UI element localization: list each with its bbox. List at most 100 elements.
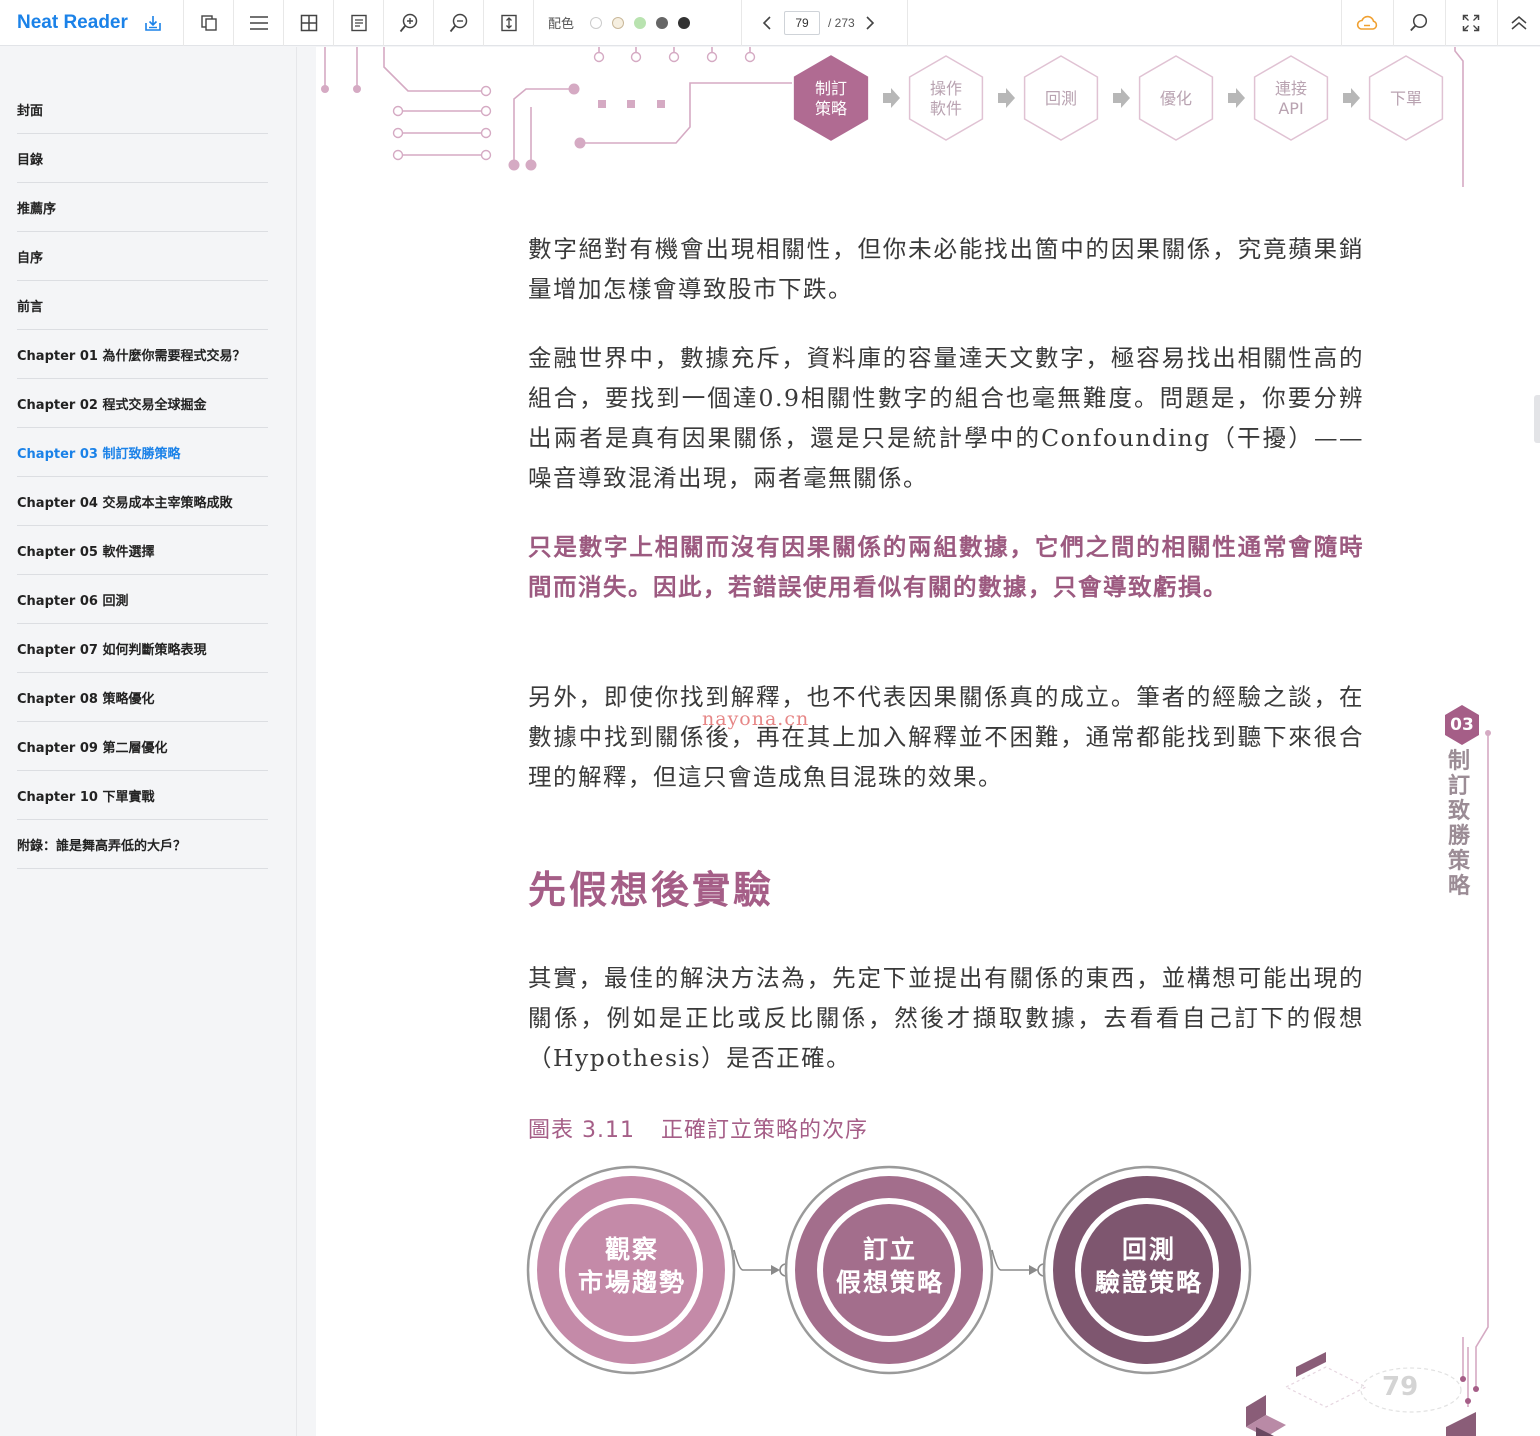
total-pages: / 273 [828,15,855,30]
figure-arrow-icon [771,1265,780,1275]
flow-arrow-icon [1228,88,1245,108]
flow-step-label: API [1278,99,1303,118]
paragraph-4: 另外，即使你找到解釋，也不代表因果關係真的成立。筆者的經驗之談，在數據中找到關係… [528,683,1364,791]
toc-item[interactable]: Chapter 05 軟件選擇 [17,526,268,575]
menu-icon [249,15,269,31]
toc-item[interactable]: Chapter 06 回測 [17,575,268,624]
toc-item[interactable]: Chapter 10 下單實戰 [17,771,268,820]
color-swatch-dark[interactable] [678,16,691,29]
next-page-icon[interactable] [865,15,875,31]
figure-connector [991,1249,1034,1271]
brand-area: Neat Reader [0,0,184,46]
toc-item[interactable]: Chapter 03 制訂致勝策略 [17,428,268,477]
zoom-out-icon [449,13,469,33]
flow-step-hexagon [1253,55,1329,141]
figure-arrow-icon [1029,1265,1038,1275]
bottom-corner-decoration [1246,1352,1476,1436]
copy-button[interactable] [184,0,234,46]
fit-height-icon [500,14,518,32]
chapter-flow-banner: 制訂策略 操作軟件 回測 優化 連接API 下單 [321,47,1464,187]
flow-arrow-icon [1343,88,1360,108]
chapter-vertical-title: 制訂致勝策略 [1447,749,1470,899]
color-swatch-gray[interactable] [656,16,669,29]
flow-step-label: 軟件 [930,99,962,118]
notes-button[interactable] [334,0,384,46]
figure-title: 正確訂立策略的次序 [660,1118,868,1143]
flow-step-label: 回測 [1045,89,1077,108]
zoom-in-icon [399,13,419,33]
toc-item[interactable]: Chapter 04 交易成本主宰策略成敗 [17,477,268,526]
figure-step-3-line1: 回測 [1121,1235,1176,1264]
toc-item[interactable]: 推薦序 [17,183,268,232]
figure-connector [733,1249,776,1271]
cloud-sync-button[interactable] [1341,0,1391,46]
search-button[interactable] [1393,0,1443,46]
double-chevron-up-icon [1510,15,1528,31]
flow-step-hexagon [793,55,869,141]
flow-arrow-icon [998,88,1015,108]
toc-sidebar: 封面 目錄 推薦序 自序 前言 Chapter 01 為什麼你需要程式交易？ Chapter… [0,47,297,1436]
top-toolbar: Neat Reader 配色 / 273 [0,0,1540,46]
figure-step-2-line1: 訂立 [862,1235,917,1264]
color-swatch-white[interactable] [590,16,603,29]
flow-step-label: 操作 [930,79,962,98]
color-scheme-label: 配色 [548,17,575,32]
search-icon [1409,13,1429,33]
toc-item[interactable]: 封面 [17,85,268,134]
figure-number: 圖表 3.11 [528,1118,635,1143]
figure-step-3-label: 回測 驗證策略 [1074,1233,1224,1299]
toc-item[interactable]: Chapter 01 為什麼你需要程式交易？ [17,330,268,379]
highlight-paragraph: 只是數字上相關而沒有因果關係的兩組數據，它們之間的相關性通常會隨時間而消失。因此… [528,533,1364,601]
download-icon[interactable] [144,14,162,32]
figure-caption: 圖表 3.11 正確訂立策略的次序 [528,1112,868,1144]
flow-step-label: 制訂 [815,79,847,98]
color-scheme-picker: 配色 [534,0,742,46]
zoom-out-button[interactable] [434,0,484,46]
chapter-number-badge: 03 [1450,715,1474,735]
toc-item[interactable]: Chapter 07 如何判斷策略表現 [17,624,268,673]
toc-list: 封面 目錄 推薦序 自序 前言 Chapter 01 為什麼你需要程式交易？ Chapter… [0,47,296,869]
flow-step-label: 下單 [1390,89,1422,108]
collapse-toolbar-button[interactable] [1497,0,1540,46]
app-logo-text: Neat Reader [17,11,128,33]
flow-step-label: 策略 [815,99,847,118]
figure-step-2-line2: 假想策略 [835,1268,944,1297]
toc-item[interactable]: 前言 [17,281,268,330]
flow-arrow-icon [1113,88,1130,108]
figure-step-1-label: 觀察 市場趨勢 [557,1233,707,1299]
figure-step-1-line1: 觀察 [604,1235,659,1264]
toc-item[interactable]: 自序 [17,232,268,281]
paragraph-2: 金融世界中，數據充斥，資料庫的容量達天文數字，極容易找出相關性高的組合，要找到一… [528,344,1364,492]
flow-step-label: 優化 [1160,89,1192,108]
watermark-text: nayona.cn [702,708,810,730]
flow-step-hexagon [908,55,984,141]
figure-step-1-line2: 市場趨勢 [577,1268,686,1297]
figure-step-2-label: 訂立 假想策略 [815,1233,965,1299]
toc-toggle-button[interactable] [234,0,284,46]
fullscreen-button[interactable] [1445,0,1495,46]
toc-item[interactable]: Chapter 02 程式交易全球掘金 [17,379,268,428]
cloud-icon [1356,15,1378,31]
flow-step-label: 連接 [1275,79,1307,98]
copy-icon [200,14,218,32]
flow-arrow-icon [883,88,900,108]
zoom-in-button[interactable] [384,0,434,46]
page-navigator: / 273 [742,0,908,46]
toc-item[interactable]: 附錄：誰是舞高弄低的大戶？ [17,820,268,869]
previous-page-icon[interactable] [762,15,772,31]
sidebar-drag-handle[interactable] [1534,395,1540,443]
toc-item[interactable]: Chapter 09 第二層優化 [17,722,268,771]
figure-step-3-line2: 驗證策略 [1094,1268,1203,1297]
section-heading: 先假想後實驗 [528,867,775,912]
fit-page-button[interactable] [484,0,534,46]
fullscreen-icon [1462,14,1480,32]
page-number-input[interactable] [784,10,820,35]
paragraph-5: 其實，最佳的解決方法為，先定下並提出有關係的東西，並構想可能出現的關係，例如是正… [528,964,1364,1072]
page-number: 79 [1382,1372,1419,1402]
paragraph-1: 數字絕對有機會出現相關性，但你未必能找出箇中的因果關係，究竟蘋果銷量增加怎樣會導… [528,235,1364,303]
color-swatch-green[interactable] [634,16,647,29]
toc-item[interactable]: Chapter 08 策略優化 [17,673,268,722]
color-swatch-sepia[interactable] [612,16,625,29]
thumbnail-view-button[interactable] [284,0,334,46]
toc-item[interactable]: 目錄 [17,134,268,183]
